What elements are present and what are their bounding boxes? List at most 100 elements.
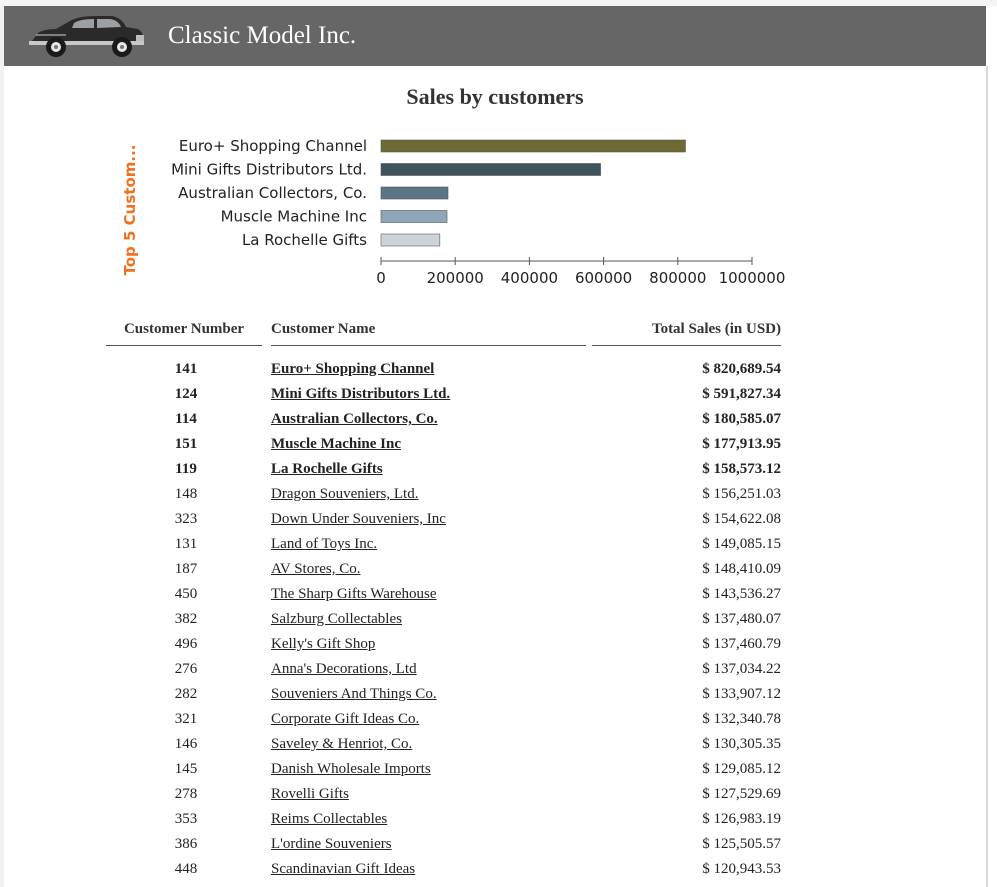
scrollbar-edge (986, 66, 988, 887)
customer-name-link[interactable]: Reims Collectables (271, 811, 387, 827)
customer-name-cell: Souveniers And Things Co. (266, 682, 586, 707)
table-row: 146 Saveley & Henriot, Co. $ 130,305.35 (106, 732, 781, 757)
total-sales-cell: $ 120,943.53 (702, 861, 781, 877)
customer-name-cell: Australian Collectors, Co. (266, 407, 586, 432)
table-row: 282 Souveniers And Things Co. $ 133,907.12 (106, 682, 781, 707)
customer-number-cell: 124 (174, 386, 198, 402)
customer-number-cell: 448 (174, 861, 198, 877)
table-row: 124 Mini Gifts Distributors Ltd. $ 591,827… (106, 382, 781, 407)
table-row: 151 Muscle Machine Inc $ 177,913.95 (106, 432, 781, 457)
total-sales-cell: $ 137,460.79 (702, 636, 781, 652)
total-sales-cell: $ 149,085.15 (702, 536, 781, 552)
table-row: 450 The Sharp Gifts Warehouse $ 143,536.27 (106, 582, 781, 607)
table-row: 119 La Rochelle Gifts $ 158,573.12 (106, 457, 781, 482)
table-row: 386 L'ordine Souveniers $ 125,505.57 (106, 832, 781, 857)
customer-name-link[interactable]: Kelly's Gift Shop (271, 636, 375, 652)
customer-number-cell: 148 (174, 486, 198, 502)
customer-name-cell: Muscle Machine Inc (266, 432, 586, 457)
customer-name-link[interactable]: Land of Toys Inc. (271, 536, 377, 552)
chart-x-tick-label: 200000 (427, 269, 484, 287)
customer-name-link[interactable]: Down Under Souveniers, Inc (271, 511, 446, 527)
customer-name-cell: La Rochelle Gifts (266, 457, 586, 482)
chart-x-tick-label: 800000 (649, 269, 706, 287)
customer-number-cell: 276 (174, 661, 198, 677)
table-row: 448 Scandinavian Gift Ideas $ 120,943.53 (106, 857, 781, 882)
customer-name-link[interactable]: Muscle Machine Inc (271, 436, 401, 452)
brand-title: Classic Model Inc. (168, 22, 357, 49)
customer-name-cell: Euro+ Shopping Channel (266, 347, 586, 382)
total-sales-cell: $ 126,983.19 (702, 811, 781, 827)
total-sales-cell: $ 132,340.78 (702, 711, 781, 727)
chart-category-label: La Rochelle Gifts (242, 231, 367, 249)
report-title: Sales by customers (406, 84, 584, 109)
customer-name-link[interactable]: Saveley & Henriot, Co. (271, 736, 412, 752)
table-body: 141 Euro+ Shopping Channel $ 820,689.54 124… (106, 347, 781, 882)
customer-name-link[interactable]: Salzburg Collectables (271, 611, 402, 627)
customer-name-link[interactable]: Australian Collectors, Co. (271, 411, 438, 427)
total-sales-cell: $ 137,034.22 (702, 661, 781, 677)
chart-bar (380, 233, 441, 247)
customer-name-link[interactable]: Rovelli Gifts (271, 786, 349, 802)
customer-number-cell: 151 (174, 436, 198, 452)
customer-name-cell: The Sharp Gifts Warehouse (266, 582, 586, 607)
column-header-customer-number: Customer Number (106, 320, 266, 347)
table-row: 187 AV Stores, Co. $ 148,410.09 (106, 557, 781, 582)
chart-axis-title: Top 5 Custom... (121, 145, 139, 276)
customer-number-cell: 145 (174, 761, 198, 777)
customer-name-link[interactable]: AV Stores, Co. (271, 561, 360, 577)
chart-bar (380, 210, 448, 223)
total-sales-cell: $ 137,480.07 (702, 611, 781, 627)
sales-table: Customer Number Customer Name Total Sale… (106, 320, 781, 882)
window-left-edge (0, 6, 4, 887)
report-header: Classic Model Inc. (4, 6, 986, 66)
customer-name-link[interactable]: Corporate Gift Ideas Co. (271, 711, 419, 727)
customer-number-cell: 278 (174, 786, 198, 802)
table-row: 131 Land of Toys Inc. $ 149,085.15 (106, 532, 781, 557)
table-row: 276 Anna's Decorations, Ltd $ 137,034.22 (106, 657, 781, 682)
customer-name-link[interactable]: Mini Gifts Distributors Ltd. (271, 386, 450, 402)
table-row: 278 Rovelli Gifts $ 127,529.69 (106, 782, 781, 807)
customer-name-cell: Saveley & Henriot, Co. (266, 732, 586, 757)
customer-name-link[interactable]: Souveniers And Things Co. (271, 686, 437, 702)
table-row: 321 Corporate Gift Ideas Co. $ 132,340.78 (106, 707, 781, 732)
total-sales-cell: $ 177,913.95 (702, 436, 781, 452)
customer-name-link[interactable]: Dragon Souveniers, Ltd. (271, 486, 418, 502)
customer-name-link[interactable]: La Rochelle Gifts (271, 461, 383, 477)
column-header-total-sales: Total Sales (in USD) (586, 320, 781, 347)
customer-name-link[interactable]: Scandinavian Gift Ideas (271, 861, 415, 877)
total-sales-cell: $ 158,573.12 (702, 461, 781, 477)
sales-bar-chart: Euro+ Shopping Channel Mini Gifts Distrib… (121, 137, 785, 287)
chart-category-label: Euro+ Shopping Channel (179, 137, 367, 155)
total-sales-cell: $ 125,505.57 (702, 836, 781, 852)
table-row: 353 Reims Collectables $ 126,983.19 (106, 807, 781, 832)
classic-car-logo (29, 16, 144, 57)
table-row: 382 Salzburg Collectables $ 137,480.07 (106, 607, 781, 632)
customer-name-cell: Mini Gifts Distributors Ltd. (266, 382, 586, 407)
total-sales-cell: $ 820,689.54 (702, 361, 781, 377)
total-sales-cell: $ 154,622.08 (702, 511, 781, 527)
customer-name-link[interactable]: Danish Wholesale Imports (271, 761, 431, 777)
table-row: 323 Down Under Souveniers, Inc $ 154,622.0… (106, 507, 781, 532)
chart-category-label: Muscle Machine Inc (221, 208, 367, 226)
total-sales-cell: $ 180,585.07 (702, 411, 781, 427)
customer-name-cell: Scandinavian Gift Ideas (266, 857, 586, 882)
customer-number-cell: 323 (174, 511, 198, 527)
customer-name-cell: Salzburg Collectables (266, 607, 586, 632)
chart-bar (380, 186, 449, 200)
customer-number-cell: 187 (174, 561, 198, 577)
customer-name-cell: Land of Toys Inc. (266, 532, 586, 557)
chart-x-tick-label: 400000 (501, 269, 558, 287)
customer-name-cell: Danish Wholesale Imports (266, 757, 586, 782)
customer-name-link[interactable]: The Sharp Gifts Warehouse (271, 586, 437, 602)
customer-name-cell: Anna's Decorations, Ltd (266, 657, 586, 682)
customer-number-cell: 386 (174, 836, 198, 852)
chart-category-label: Mini Gifts Distributors Ltd. (171, 161, 367, 179)
chart-category-label: Australian Collectors, Co. (178, 184, 367, 202)
customer-name-link[interactable]: Euro+ Shopping Channel (271, 361, 434, 377)
total-sales-cell: $ 591,827.34 (702, 386, 781, 402)
customer-name-link[interactable]: L'ordine Souveniers (271, 836, 392, 852)
chart-bar (380, 139, 686, 153)
customer-name-link[interactable]: Anna's Decorations, Ltd (271, 661, 417, 677)
customer-number-cell: 119 (175, 461, 197, 477)
customer-number-cell: 450 (174, 586, 198, 602)
